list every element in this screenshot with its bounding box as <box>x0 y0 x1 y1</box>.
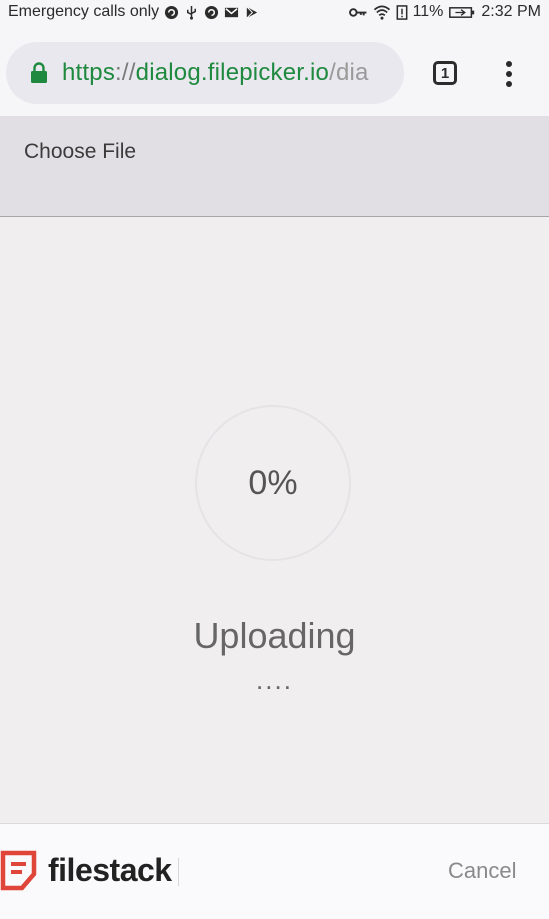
brand-name: filestack <box>48 852 172 888</box>
cancel-button[interactable]: Cancel <box>448 858 516 884</box>
footer-divider <box>178 858 179 886</box>
url-separator: :// <box>115 59 136 86</box>
url-path: /dia <box>329 59 369 86</box>
picker-footer: filestack Cancel <box>0 823 549 919</box>
url-host: dialog.filepicker.io <box>135 59 330 86</box>
upload-dots: .... <box>256 665 293 695</box>
filestack-logo-icon <box>0 850 40 892</box>
clock: 2:32 PM <box>481 3 541 20</box>
carrier-text: Emergency calls only <box>8 3 160 20</box>
menu-dot <box>506 81 512 87</box>
url-text[interactable]: https://dialog.filepicker.io/dia <box>62 59 369 87</box>
battery-icon <box>448 5 476 20</box>
menu-dot <box>506 61 512 67</box>
lock-icon <box>30 62 48 84</box>
progress-percent: 0% <box>248 463 298 502</box>
upload-panel: 0% Uploading .... <box>0 217 549 823</box>
status-right: 11% 2:32 PM <box>348 3 541 21</box>
upload-status: Uploading <box>193 615 356 656</box>
overflow-menu-icon[interactable] <box>498 59 520 89</box>
sync-icon <box>164 5 179 20</box>
page-title: Choose File <box>24 140 137 163</box>
gmail-icon <box>224 5 239 20</box>
usb-icon <box>184 5 199 20</box>
wifi-icon <box>373 5 391 20</box>
url-scheme: https <box>62 59 116 86</box>
battery-alert-icon <box>396 4 408 20</box>
status-bar: Emergency calls only 11% 2:32 PM <box>0 0 549 24</box>
tab-switcher-button[interactable]: 1 <box>433 61 457 85</box>
menu-dot <box>506 71 512 77</box>
status-left: Emergency calls only <box>8 3 259 21</box>
battery-percent: 11% <box>412 3 444 20</box>
sync-icon <box>204 5 219 20</box>
key-icon <box>348 5 368 20</box>
picker-header: Choose File <box>0 116 549 217</box>
progress-circle: 0% <box>195 405 351 561</box>
browser-toolbar: https://dialog.filepicker.io/dia 1 <box>0 24 549 116</box>
address-bar[interactable]: https://dialog.filepicker.io/dia <box>6 42 404 104</box>
play-store-icon <box>244 5 259 20</box>
